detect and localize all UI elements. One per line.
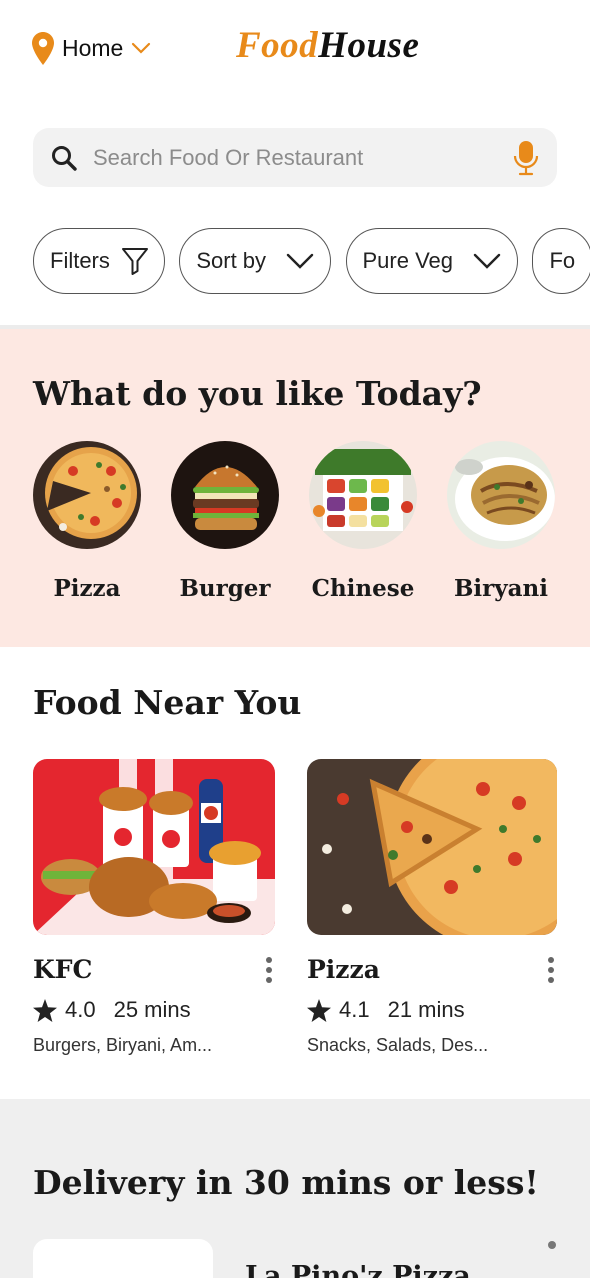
restaurant-cuisines: Burgers, Biryani, Am... xyxy=(33,1035,213,1055)
search-input[interactable] xyxy=(91,143,513,172)
chip-label: Filters xyxy=(50,248,110,273)
delivery-restaurant-name: La Pino'z Pizza xyxy=(245,1261,471,1278)
star-icon xyxy=(33,998,57,1022)
chevron-down-icon xyxy=(286,253,314,269)
burger-image xyxy=(171,441,279,549)
more-options-icon[interactable] xyxy=(263,955,275,985)
logo-food-text: Food xyxy=(236,25,319,66)
category-item-biryani[interactable]: Biryani xyxy=(447,441,555,602)
category-item-pizza[interactable]: Pizza xyxy=(33,441,141,602)
chip-label: Pure Veg xyxy=(362,248,454,273)
food-near-you-title: Food Near You xyxy=(33,683,302,722)
restaurant-meta: 4.1 21 mins xyxy=(307,997,465,1023)
chevron-down-icon xyxy=(473,253,501,269)
chip-label: Fo xyxy=(549,248,576,273)
delivery-section-title: Delivery in 30 mins or less! xyxy=(33,1163,539,1202)
more-options-icon[interactable] xyxy=(545,955,557,985)
category-section-title: What do you like Today? xyxy=(33,374,482,413)
category-label: Chinese xyxy=(311,575,415,602)
app-logo: FoodHouse xyxy=(236,24,419,67)
location-pin-icon xyxy=(32,31,54,65)
microphone-icon[interactable] xyxy=(513,140,539,176)
restaurant-name: KFC xyxy=(33,955,93,984)
restaurant-rating: 4.1 xyxy=(339,997,370,1022)
search-icon[interactable] xyxy=(51,145,77,171)
restaurant-card-kfc[interactable]: KFC 4.0 25 mins Burgers, Biryani, Am... xyxy=(33,759,275,1055)
chevron-down-icon xyxy=(132,42,151,54)
kfc-image xyxy=(33,759,275,935)
location-label: Home xyxy=(62,34,124,61)
filter-chip-row: Filters Sort by Pure Veg Fo xyxy=(33,228,590,296)
search-bar[interactable] xyxy=(33,128,557,187)
category-list: Pizza Burger Chinese Biryani xyxy=(33,441,555,602)
delivery-time: 25 mins xyxy=(113,997,191,1022)
restaurant-meta: 4.0 25 mins xyxy=(33,997,191,1023)
app-header: Home FoodHouse xyxy=(0,0,590,100)
logo-house-text: House xyxy=(318,25,420,66)
pizza-image xyxy=(33,441,141,549)
more-options-icon[interactable] xyxy=(548,1241,556,1249)
pizza-restaurant-image xyxy=(307,759,557,935)
restaurant-rating: 4.0 xyxy=(65,997,96,1022)
filter-icon xyxy=(121,247,148,275)
restaurant-name: Pizza xyxy=(307,955,380,984)
restaurant-cuisines: Snacks, Salads, Des... xyxy=(307,1035,489,1055)
category-item-burger[interactable]: Burger xyxy=(171,441,279,602)
category-item-chinese[interactable]: Chinese xyxy=(309,441,417,602)
star-icon xyxy=(307,998,331,1022)
pure-veg-chip[interactable]: Pure Veg xyxy=(345,228,519,294)
location-selector[interactable]: Home xyxy=(32,30,151,66)
filters-chip[interactable]: Filters xyxy=(33,228,165,294)
biryani-image xyxy=(447,441,555,549)
chinese-food-image xyxy=(309,441,417,549)
restaurant-card-pizza[interactable]: Pizza 4.1 21 mins Snacks, Salads, Des... xyxy=(307,759,557,1055)
sort-by-chip[interactable]: Sort by xyxy=(179,228,332,294)
delivery-section: Delivery in 30 mins or less! La Pino'z P… xyxy=(0,1099,590,1278)
more-chip[interactable]: Fo xyxy=(532,228,590,294)
delivery-time: 21 mins xyxy=(387,997,465,1022)
category-label: Biryani xyxy=(453,575,549,602)
category-label: Burger xyxy=(179,575,271,602)
delivery-restaurant-image[interactable] xyxy=(33,1239,213,1278)
category-label: Pizza xyxy=(53,575,121,602)
category-section: What do you like Today? Pizza Burger Chi… xyxy=(0,329,590,647)
chip-label: Sort by xyxy=(196,248,267,273)
